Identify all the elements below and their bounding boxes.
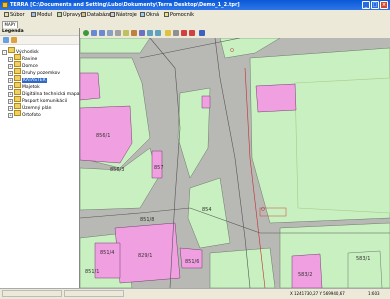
- parcel-label: 583/1: [356, 256, 370, 262]
- map-canvas[interactable]: 856/1 856/3 857 854 851/8 851/4 829/1 85…: [80, 38, 390, 288]
- database-icon: [81, 12, 86, 17]
- folder-icon: [14, 110, 21, 116]
- legend-toolbar: [0, 36, 79, 45]
- select-icon[interactable]: [123, 30, 129, 36]
- menu-edit[interactable]: Úpravy: [57, 11, 81, 19]
- minimize-icon[interactable]: _: [362, 1, 370, 9]
- legend-item[interactable]: + Majetok: [8, 82, 40, 90]
- folder-icon: [14, 54, 21, 60]
- legend-item[interactable]: - Východisk: [2, 47, 39, 55]
- title-bar: TERRA [C:\Documents and Setting\Lubo\Dok…: [0, 0, 390, 10]
- close-icon[interactable]: ×: [380, 1, 388, 9]
- parcel-label: 829/1: [138, 253, 152, 259]
- legend-title: Legenda: [0, 28, 79, 36]
- parcel-label: 851/1: [85, 269, 99, 275]
- parcel-label: 857: [154, 165, 164, 171]
- menu-file[interactable]: Súbor: [4, 11, 25, 19]
- legend-item[interactable]: + Domce: [8, 61, 38, 69]
- tab-bar: MAPY: [0, 20, 390, 28]
- parcel-label: 851/4: [100, 250, 114, 256]
- legend-item[interactable]: + Druhy pozemkov: [8, 68, 60, 76]
- legend-item[interactable]: + Územný plán: [8, 103, 51, 111]
- file-icon: [4, 12, 9, 17]
- measure-icon[interactable]: [139, 30, 145, 36]
- menu-tools[interactable]: Nástroje: [110, 11, 137, 19]
- windows-icon: [140, 12, 145, 17]
- layer-icon[interactable]: [165, 30, 171, 36]
- tab-maps[interactable]: MAPY: [2, 21, 18, 28]
- parcel-label: 856/1: [96, 133, 110, 139]
- maximize-icon[interactable]: □: [371, 1, 379, 9]
- print-icon[interactable]: [173, 30, 179, 36]
- parcel-label: 851/6: [185, 259, 199, 265]
- pan-icon[interactable]: [115, 30, 121, 36]
- menu-database-label: Databáza: [87, 12, 111, 18]
- undo-icon[interactable]: [147, 30, 153, 36]
- menu-file-label: Súbor: [10, 12, 25, 18]
- legend-item-selected[interactable]: + KATASTER: [8, 75, 47, 83]
- legend-item[interactable]: + Pasport komunikácií: [8, 96, 67, 104]
- folder-icon: [8, 47, 15, 53]
- menu-module-label: Modul: [37, 12, 53, 18]
- legend-item[interactable]: + Ortofoto: [8, 110, 41, 118]
- window-title: TERRA [C:\Documents and Setting\Lubo\Dok…: [10, 2, 240, 8]
- tools-icon: [110, 12, 115, 17]
- folder-icon: [14, 103, 21, 109]
- menu-module[interactable]: Modul: [31, 11, 52, 19]
- menu-windows[interactable]: Okná: [140, 11, 159, 19]
- delete-icon[interactable]: [189, 30, 195, 36]
- menu-tools-label: Nástroje: [116, 12, 137, 18]
- parcel-label: 856/3: [110, 167, 124, 173]
- layer-properties-icon[interactable]: [11, 37, 17, 43]
- folder-icon: [14, 96, 21, 102]
- camera-icon[interactable]: [199, 30, 205, 36]
- expand-icon[interactable]: +: [8, 113, 13, 118]
- info-icon[interactable]: [131, 30, 137, 36]
- zoom-out-icon[interactable]: [99, 30, 105, 36]
- folder-icon: [14, 82, 21, 88]
- module-icon: [31, 12, 36, 17]
- parcel-label: 851/8: [140, 217, 154, 223]
- legend-item[interactable]: + Digitálna technická mapa: [8, 89, 80, 97]
- menu-database[interactable]: Databáza: [81, 11, 111, 19]
- status-bar: X 1241730,27 Y 569940,67 1:603: [0, 288, 390, 299]
- menu-help[interactable]: Pomocník: [164, 11, 194, 19]
- parcel-label: 854: [202, 207, 212, 213]
- status-cell: [64, 290, 124, 297]
- redo-icon[interactable]: [155, 30, 161, 36]
- folder-icon: [14, 89, 21, 95]
- folder-icon: [14, 75, 21, 81]
- legend-panel: Legenda - Východisk + Ravine + Domce + Druhy…: [0, 28, 80, 290]
- zoom-in-icon[interactable]: [91, 30, 97, 36]
- legend-item[interactable]: + Ravine: [8, 54, 37, 62]
- map-svg[interactable]: 856/1 856/3 857 854 851/8 851/4 829/1 85…: [80, 38, 390, 288]
- zoom-extent-icon[interactable]: [107, 30, 113, 36]
- menu-help-label: Pomocník: [170, 12, 195, 18]
- menu-windows-label: Okná: [146, 12, 160, 18]
- folder-icon: [14, 61, 21, 67]
- help-icon: [164, 12, 169, 17]
- menu-edit-label: Úpravy: [63, 12, 81, 18]
- refresh-icon[interactable]: [83, 30, 89, 36]
- collapse-icon[interactable]: -: [2, 50, 7, 55]
- app-icon: [2, 2, 8, 8]
- legend-item-label: Ortofoto: [22, 113, 41, 118]
- edit-icon: [57, 12, 62, 17]
- parcel-label: 583/2: [298, 272, 312, 278]
- layer-add-icon[interactable]: [3, 37, 9, 43]
- folder-icon: [14, 68, 21, 74]
- status-cell: [2, 290, 62, 297]
- pin-icon[interactable]: [181, 30, 187, 36]
